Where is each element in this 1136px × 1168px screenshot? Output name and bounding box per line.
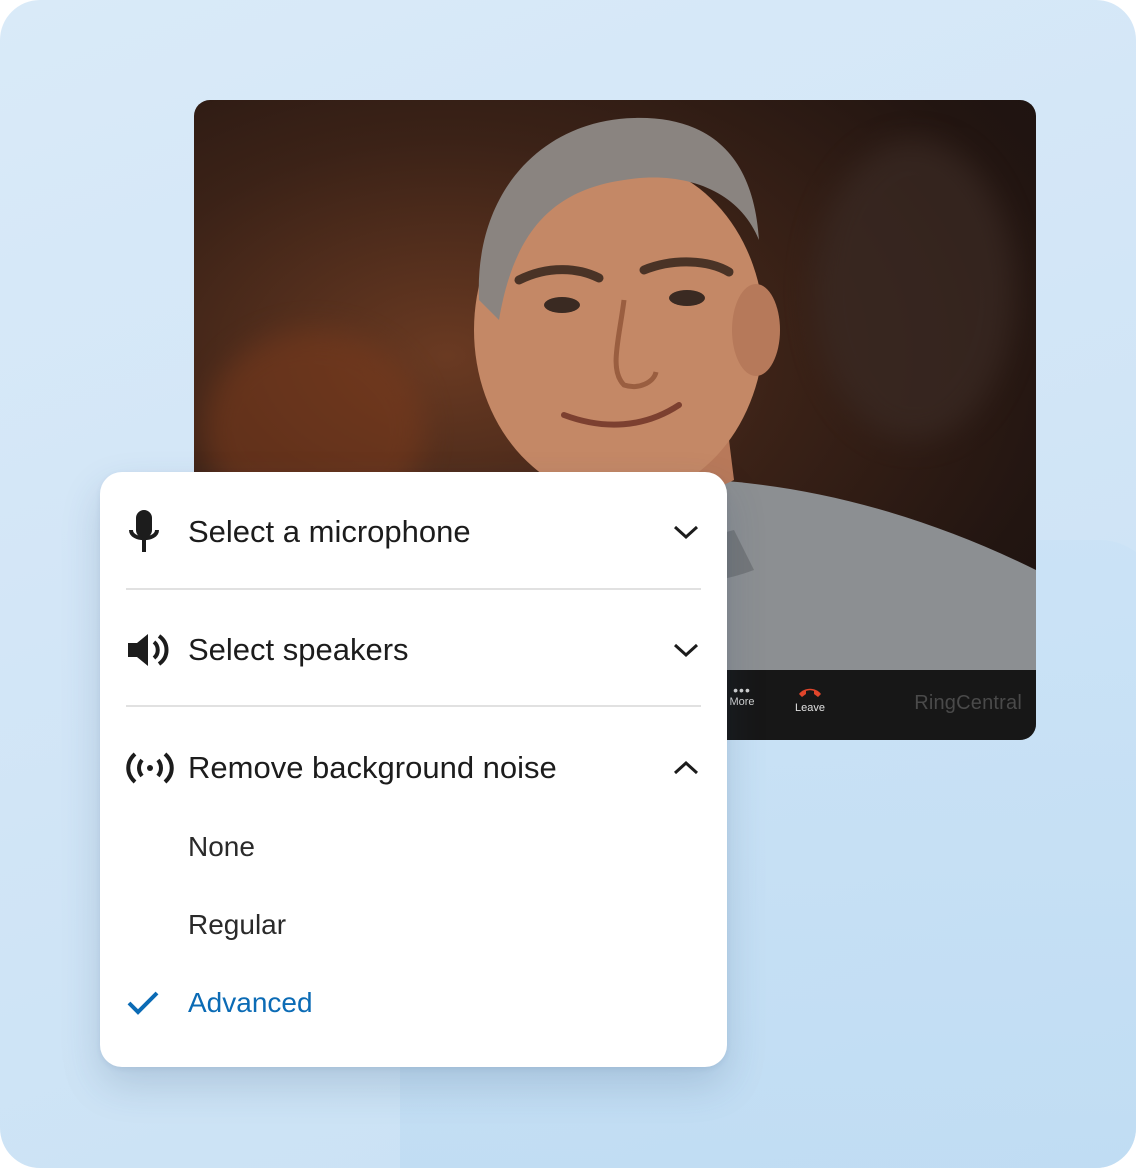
divider bbox=[126, 705, 701, 707]
hang-up-icon bbox=[799, 688, 821, 697]
option-label: None bbox=[188, 831, 255, 862]
speakers-select[interactable]: Select speakers bbox=[126, 620, 701, 680]
noise-reduction-select[interactable]: Remove background noise bbox=[126, 738, 701, 798]
noise-option-none[interactable]: None bbox=[126, 822, 701, 872]
speaker-icon bbox=[126, 626, 174, 674]
more-icon: ••• bbox=[733, 682, 751, 698]
background: ••• More Leave RingCentral Select a micr… bbox=[0, 0, 1136, 1168]
option-label: Advanced bbox=[188, 987, 313, 1018]
divider bbox=[126, 588, 701, 590]
leave-button[interactable]: Leave bbox=[788, 684, 832, 714]
noise-option-advanced[interactable]: Advanced bbox=[126, 978, 701, 1028]
leave-label: Leave bbox=[795, 702, 825, 714]
noise-reduction-label: Remove background noise bbox=[188, 750, 557, 785]
chevron-up-icon[interactable] bbox=[671, 753, 701, 783]
checkmark-icon bbox=[126, 990, 174, 1016]
option-label: Regular bbox=[188, 909, 287, 940]
microphone-icon bbox=[126, 508, 174, 556]
speakers-label: Select speakers bbox=[188, 632, 409, 667]
microphone-label: Select a microphone bbox=[188, 514, 471, 549]
noise-reduction-icon bbox=[126, 744, 174, 792]
brand-logo: RingCentral bbox=[914, 692, 1022, 714]
noise-option-regular[interactable]: Regular bbox=[126, 900, 701, 950]
microphone-select[interactable]: Select a microphone bbox=[126, 502, 701, 562]
more-button[interactable]: ••• More bbox=[722, 682, 762, 708]
chevron-down-icon[interactable] bbox=[671, 635, 701, 665]
audio-settings-panel: Select a microphone Select speakers Remo… bbox=[100, 472, 727, 1067]
chevron-down-icon[interactable] bbox=[671, 517, 701, 547]
more-label: More bbox=[729, 696, 755, 708]
